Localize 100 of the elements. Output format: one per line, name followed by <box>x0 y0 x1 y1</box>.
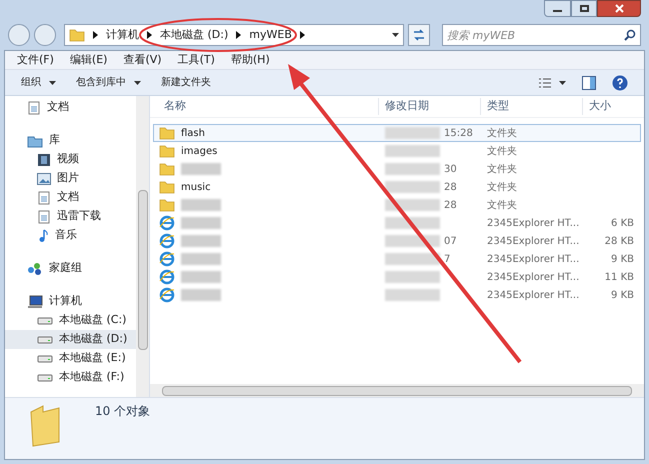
homegroup-icon <box>27 262 43 276</box>
blurred-area <box>181 235 221 247</box>
refresh-icon <box>412 29 426 41</box>
blurred-area <box>385 289 440 301</box>
scrollbar-thumb[interactable] <box>162 386 632 396</box>
toolbar-button[interactable]: 新建文件夹 <box>161 75 211 90</box>
nav-item[interactable]: 本地磁盘 (D:) <box>5 330 136 349</box>
blurred-area <box>385 163 440 175</box>
blurred-area <box>385 217 440 229</box>
menu-item[interactable]: 工具(T) <box>178 52 215 68</box>
dropdown-arrow-icon <box>49 80 56 84</box>
type-cell-text: 2345Explorer HT... <box>486 234 580 248</box>
file-row[interactable]: 07 2345Explorer HT... 28 KB <box>153 232 641 250</box>
menu-item[interactable]: 查看(V) <box>123 52 162 68</box>
drive-icon <box>37 372 53 382</box>
date-cell-text: 15:28 <box>444 126 473 140</box>
blurred-area <box>181 217 221 229</box>
scrollbar-thumb[interactable] <box>138 190 148 350</box>
preview-pane-icon[interactable] <box>582 76 596 90</box>
maximize-button[interactable] <box>571 0 597 17</box>
address-bar[interactable]: 计算机 本地磁盘 (D:) myWEB <box>64 24 404 46</box>
blurred-area <box>181 289 221 301</box>
minimize-button[interactable] <box>544 0 571 17</box>
folder-icon <box>159 180 175 194</box>
blurred-area <box>181 163 221 175</box>
toolbar-button[interactable]: 组织 <box>21 75 56 90</box>
browser-e-icon <box>159 215 175 231</box>
folder-icon <box>159 126 175 140</box>
file-row[interactable]: flash 15:28 文件夹 <box>153 124 641 142</box>
type-cell-text: 文件夹 <box>486 126 518 140</box>
blurred-area <box>385 253 440 265</box>
close-button[interactable] <box>597 0 641 17</box>
drive-icon <box>37 354 53 364</box>
file-row[interactable]: music 28 文件夹 <box>153 178 641 196</box>
column-header[interactable]: 大小 <box>582 98 644 115</box>
dropdown-arrow-icon <box>392 33 399 37</box>
view-options-button[interactable] <box>539 78 566 88</box>
browser-e-icon <box>159 287 175 303</box>
drive-icon <box>37 316 53 326</box>
type-cell-text: 2345Explorer HT... <box>486 270 580 284</box>
size-cell-text: 9 KB <box>610 252 635 266</box>
vertical-scrollbar[interactable] <box>136 96 149 397</box>
nav-item[interactable]: 音乐 <box>5 226 136 245</box>
folder-icon <box>159 162 175 176</box>
library-icon <box>27 134 43 148</box>
column-header[interactable]: 修改日期 <box>378 98 480 115</box>
file-row[interactable]: 7 2345Explorer HT... 9 KB <box>153 250 641 268</box>
file-row[interactable]: images 文件夹 <box>153 142 641 160</box>
search-field[interactable]: 搜索 myWEB <box>442 24 641 46</box>
breadcrumb-item[interactable]: 本地磁盘 (D:) <box>160 26 228 44</box>
nav-item[interactable]: 本地磁盘 (E:) <box>5 349 136 368</box>
file-row[interactable]: 2345Explorer HT... 11 KB <box>153 268 641 286</box>
size-cell-text: 28 KB <box>604 234 635 248</box>
blurred-area <box>385 127 440 139</box>
nav-item[interactable]: 图片 <box>5 169 136 188</box>
nav-item[interactable]: 本地磁盘 (F:) <box>5 368 136 387</box>
menu-item[interactable]: 文件(F) <box>17 52 54 68</box>
file-row[interactable]: 30 文件夹 <box>153 160 641 178</box>
date-cell-text: 07 <box>444 234 457 248</box>
dropdown-arrow-icon <box>559 80 566 84</box>
breadcrumb-item[interactable]: 计算机 <box>106 26 139 44</box>
horizontal-scrollbar[interactable] <box>150 384 644 397</box>
nav-item[interactable]: 文档 <box>5 98 136 117</box>
chevron-icon <box>300 31 305 39</box>
refresh-button[interactable] <box>408 24 430 46</box>
blurred-area <box>181 199 221 211</box>
menu-item[interactable]: 帮助(H) <box>230 52 270 68</box>
nav-item[interactable]: 家庭组 <box>5 259 136 278</box>
column-header[interactable]: 类型 <box>480 98 582 115</box>
browser-e-icon <box>159 251 175 267</box>
toolbar-button[interactable]: 包含到库中 <box>76 75 141 90</box>
menu-item[interactable]: 编辑(E) <box>70 52 108 68</box>
nav-item[interactable]: 文档 <box>5 188 136 207</box>
list-view-icon <box>539 78 551 88</box>
picture-icon <box>37 172 51 184</box>
blurred-area <box>385 145 440 157</box>
file-row[interactable]: 2345Explorer HT... 9 KB <box>153 286 641 304</box>
nav-item[interactable]: 本地磁盘 (C:) <box>5 311 136 330</box>
file-row[interactable]: 28 文件夹 <box>153 196 641 214</box>
nav-item[interactable]: 视频 <box>5 150 136 169</box>
type-cell-text: 文件夹 <box>486 198 518 212</box>
file-row[interactable]: 2345Explorer HT... 6 KB <box>153 214 641 232</box>
breadcrumb-item[interactable]: myWEB <box>249 26 292 44</box>
date-cell-text: 28 <box>444 180 457 194</box>
search-icon <box>624 29 636 41</box>
nav-item[interactable]: 迅雷下载 <box>5 207 136 226</box>
column-header[interactable]: 名称 <box>150 98 378 115</box>
nav-item[interactable]: 库 <box>5 131 136 150</box>
size-cell-text: 9 KB <box>610 288 635 302</box>
folder-icon <box>69 28 85 42</box>
size-cell-text: 6 KB <box>610 216 635 230</box>
music-note-icon <box>37 228 49 242</box>
chevron-icon <box>93 31 98 39</box>
browser-e-icon <box>159 233 175 249</box>
help-icon[interactable] <box>612 74 628 90</box>
item-count: 10 个对象 <box>95 403 150 420</box>
type-cell-text: 2345Explorer HT... <box>486 288 580 302</box>
folder-icon <box>159 198 175 212</box>
type-cell-text: 文件夹 <box>486 144 518 158</box>
nav-item[interactable]: 计算机 <box>5 292 136 311</box>
